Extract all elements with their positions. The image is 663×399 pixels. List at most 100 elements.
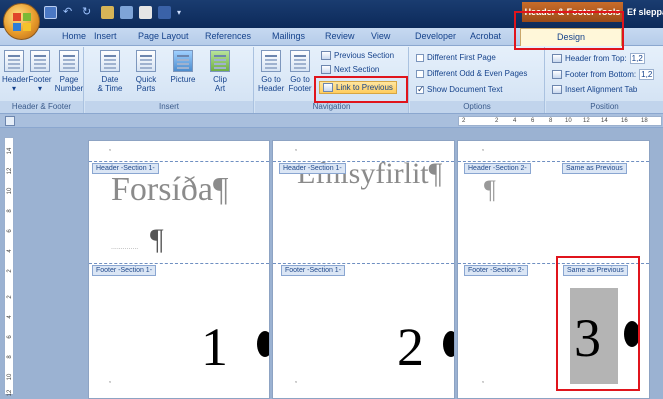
- quick-print-icon[interactable]: [158, 6, 171, 19]
- go-to-footer-button[interactable]: Go to Footer: [287, 50, 313, 93]
- previous-section-icon: [321, 51, 331, 60]
- footer-icon: [30, 50, 50, 72]
- next-section-label: Next Section: [334, 65, 380, 74]
- office-button[interactable]: [3, 3, 40, 40]
- ruler-tick: 18: [641, 118, 648, 124]
- previous-section-button[interactable]: Previous Section: [321, 51, 394, 60]
- group-label-insert: Insert: [85, 101, 253, 113]
- header-boundary: [89, 161, 269, 162]
- page-3[interactable]: , Header -Section 2- Same as Previous ¶ …: [457, 140, 650, 399]
- footer-boundary: [273, 263, 454, 264]
- tab-acrobat[interactable]: Acrobat: [470, 31, 501, 41]
- title-bar: ↶ ↻ ▾ Header & Footer Tools Ef sleppa: [0, 0, 663, 28]
- group-options: Different First Page Different Odd & Eve…: [410, 47, 545, 113]
- customize-qat-icon[interactable]: ▾: [177, 6, 190, 19]
- tab-page-layout[interactable]: Page Layout: [138, 31, 189, 41]
- page-number[interactable]: 3: [574, 307, 601, 369]
- tab-insert[interactable]: Insert: [94, 31, 117, 41]
- link-to-previous-button[interactable]: Link to Previous: [319, 81, 397, 94]
- show-document-text-label: Show Document Text: [427, 85, 503, 94]
- text-marker: ,: [295, 145, 297, 152]
- undo-icon[interactable]: ↶: [63, 6, 76, 19]
- footer-from-bottom-control[interactable]: Footer from Bottom: 1,2: [552, 69, 655, 80]
- format-painter-icon[interactable]: [101, 6, 114, 19]
- text-marker: ,: [109, 145, 111, 152]
- tab-view[interactable]: View: [371, 31, 390, 41]
- ruler-tick: 14: [7, 147, 13, 155]
- tab-references[interactable]: References: [205, 31, 251, 41]
- paragraph-mark: ¶: [150, 223, 164, 256]
- print-preview-icon[interactable]: [120, 6, 133, 19]
- horizontal-ruler[interactable]: 2 2 4 6 8 10 12 14 16 18: [0, 114, 663, 128]
- header-from-top-input[interactable]: 1,2: [629, 53, 645, 64]
- page-1[interactable]: , Header -Section 1- Forsíða¶ ..........…: [88, 140, 270, 399]
- date-time-button[interactable]: Date & Time: [97, 50, 123, 93]
- tab-review[interactable]: Review: [325, 31, 355, 41]
- link-icon: [323, 83, 333, 92]
- text-marker: ,: [482, 377, 484, 384]
- page-body-text[interactable]: Forsíða¶: [111, 171, 228, 209]
- different-first-page-option[interactable]: Different First Page: [416, 53, 496, 62]
- tab-selector-icon[interactable]: [5, 116, 15, 126]
- show-document-text-option[interactable]: Show Document Text: [416, 84, 503, 95]
- clip-art-label-2: Art: [214, 84, 226, 93]
- same-as-previous-tag: Same as Previous: [562, 163, 627, 174]
- go-to-footer-icon: [290, 50, 310, 72]
- tab-design[interactable]: Design: [520, 28, 622, 46]
- ruler-tick: 6: [531, 118, 535, 124]
- previous-section-label: Previous Section: [334, 51, 395, 60]
- header-from-top-label: Header from Top:: [565, 54, 627, 63]
- different-odd-even-option[interactable]: Different Odd & Even Pages: [416, 69, 527, 78]
- spelling-icon[interactable]: [139, 6, 152, 19]
- tab-developer[interactable]: Developer: [415, 31, 456, 41]
- ruler-tick: 8: [7, 209, 13, 213]
- save-icon[interactable]: [44, 6, 57, 19]
- footer-from-bottom-label: Footer from Bottom:: [565, 70, 637, 79]
- quick-parts-button[interactable]: Quick Parts: [131, 50, 161, 93]
- document-title: Ef sleppa: [627, 7, 663, 17]
- footer-from-bottom-input[interactable]: 1,2: [639, 69, 655, 80]
- alignment-tab-icon: [552, 85, 562, 94]
- checkbox-checked[interactable]: [416, 84, 425, 95]
- different-odd-even-label: Different Odd & Even Pages: [427, 69, 528, 78]
- vertical-ruler[interactable]: 14 12 10 8 6 4 2 2 4 6 8 10 12: [4, 137, 14, 396]
- page-number: 2: [397, 317, 424, 377]
- ribbon-tabs: Home Insert Page Layout References Maili…: [0, 28, 663, 46]
- text-marker: ,: [109, 377, 111, 384]
- next-section-button[interactable]: Next Section: [321, 65, 379, 74]
- go-to-header-icon: [261, 50, 281, 72]
- group-label-options: Options: [410, 101, 544, 113]
- go-to-header-label-2: Header: [258, 84, 285, 93]
- ruler-tick: 6: [7, 229, 13, 233]
- go-to-header-button[interactable]: Go to Header: [258, 50, 284, 93]
- picture-icon: [173, 50, 193, 72]
- tab-mailings[interactable]: Mailings: [272, 31, 305, 41]
- insert-alignment-tab-button[interactable]: Insert Alignment Tab: [552, 85, 637, 94]
- header-from-top-control[interactable]: Header from Top: 1,2: [552, 53, 645, 64]
- checkbox[interactable]: [416, 69, 424, 78]
- tab-home[interactable]: Home: [62, 31, 86, 41]
- redo-icon[interactable]: ↻: [82, 6, 95, 19]
- page-number-button[interactable]: Page Number: [54, 50, 84, 93]
- group-position: Header from Top: 1,2 Footer from Bottom:…: [546, 47, 663, 113]
- ruler-tick: 10: [565, 118, 572, 124]
- clip-art-button[interactable]: Clip Art: [207, 50, 233, 93]
- footer-button[interactable]: Footer ▾: [28, 50, 52, 93]
- header-icon: [4, 50, 24, 72]
- ruler-strip[interactable]: 2 2 4 6 8 10 12 14 16 18: [458, 116, 662, 126]
- ruler-tick: 10: [7, 187, 13, 195]
- clip-art-label-1: Clip: [213, 75, 227, 84]
- ruler-tick: 2: [462, 118, 466, 124]
- quick-access-toolbar: ↶ ↻ ▾: [44, 6, 190, 19]
- ruler-tick: 2: [7, 295, 13, 299]
- header-button[interactable]: Header ▾: [2, 50, 28, 93]
- ruler-tick: 4: [7, 315, 13, 319]
- page-2[interactable]: , Efnisyfirlit¶ Header -Section 1- Foote…: [272, 140, 455, 399]
- checkbox[interactable]: [416, 53, 424, 62]
- picture-button[interactable]: Picture: [167, 50, 199, 84]
- contextual-tools-label: Header & Footer Tools: [522, 2, 623, 22]
- group-label-header-footer: Header & Footer: [0, 101, 83, 113]
- footer-section-tag: Footer -Section 1-: [281, 265, 346, 276]
- insert-alignment-tab-label: Insert Alignment Tab: [565, 85, 638, 94]
- page-number-label-2: Number: [54, 84, 84, 93]
